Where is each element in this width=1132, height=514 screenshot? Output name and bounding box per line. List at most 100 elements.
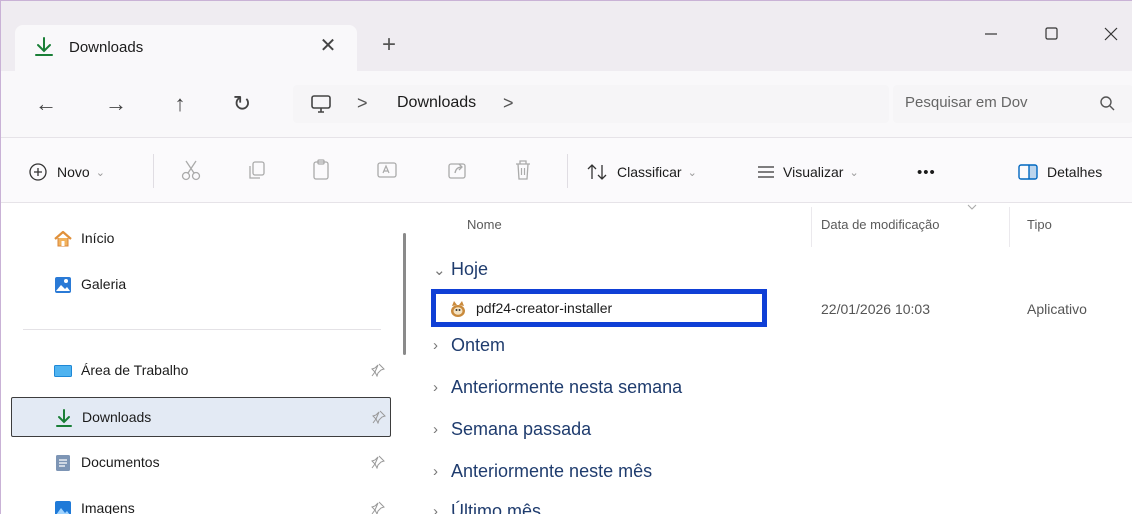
sidebar-item-area-de-trabalho[interactable]: Área de Trabalho [11,351,391,391]
search-box[interactable]: Pesquisar em Dov [893,85,1132,123]
breadcrumb-downloads[interactable]: Downloads [397,94,476,112]
refresh-button[interactable]: ↻ [227,89,257,119]
sort-caret-icon [965,199,979,210]
divider [23,329,381,330]
file-row-selected[interactable]: pdf24-creator-installer [431,289,767,327]
forward-button[interactable]: → [101,89,131,119]
minimize-button[interactable] [971,19,1011,49]
divider [153,154,154,188]
close-window-button[interactable] [1091,19,1131,49]
group-header-semana-passada[interactable]: › Semana passada [433,419,591,440]
title-bar: Downloads ✕ + [1,1,1132,71]
group-header-ultimo-mes[interactable]: › Último mês [433,501,541,514]
pictures-icon [53,499,73,514]
paste-icon[interactable] [307,156,335,184]
chevron-down-icon: ⌄ [95,166,105,179]
command-bar: Novo ⌄ Classificar ⌄ Visualizar ⌄ ••• De… [1,137,1132,203]
group-label: Anteriormente nesta semana [451,377,683,397]
chevron-down-icon: ⌄ [849,166,859,179]
sidebar-item-label: Documentos [81,454,160,470]
chevron-right-icon: › [433,379,438,396]
file-explorer-window: Downloads ✕ + ← → ↑ ↻ > Downloads > Pesq… [0,0,1132,514]
documents-icon [53,453,73,473]
group-label: Semana passada [451,419,592,439]
chevron-down-icon: ⌄ [433,261,446,279]
rename-icon[interactable] [373,156,401,184]
group-label: Ontem [451,335,506,355]
tab-downloads[interactable]: Downloads ✕ [15,25,357,71]
new-tab-button[interactable]: + [375,31,403,59]
sidebar-item-label: Galeria [81,276,127,292]
scrollbar[interactable] [403,233,406,355]
tab-label: Downloads [69,39,144,56]
group-label: Hoje [451,259,489,279]
sidebar-item-label: Imagens [81,500,135,514]
maximize-button[interactable] [1031,19,1071,49]
sidebar-item-inicio[interactable]: Início [11,219,391,259]
column-header-modified[interactable]: Data de modificação [821,217,940,232]
search-input[interactable]: Pesquisar em Dov [905,94,1085,111]
gallery-icon [53,275,73,295]
download-icon [33,35,55,59]
group-label: Anteriormente neste mês [451,461,653,481]
pin-icon[interactable] [371,455,385,470]
breadcrumb-separator[interactable]: > [503,93,514,114]
sidebar-item-downloads[interactable]: Downloads [11,397,391,437]
file-modified-date: 22/01/2026 10:03 [821,301,930,317]
pin-icon[interactable] [371,501,385,514]
sort-button[interactable]: Classificar ⌄ [585,160,697,184]
chevron-right-icon: › [433,463,438,480]
details-pane-icon [1017,162,1039,182]
new-button[interactable]: Novo ⌄ [27,160,105,184]
home-icon [53,229,73,249]
pdf24-app-icon [448,299,468,319]
column-header-name[interactable]: Nome [467,217,502,232]
file-name: pdf24-creator-installer [476,300,613,316]
chevron-right-icon: › [433,503,438,514]
cut-icon[interactable] [177,156,205,184]
details-label: Detalhes [1047,164,1103,180]
copy-icon[interactable] [243,156,271,184]
group-header-anteriormente-neste-mes[interactable]: › Anteriormente neste mês [433,461,652,482]
sidebar-item-label: Início [81,230,115,246]
more-options-button[interactable]: ••• [917,160,936,184]
column-divider[interactable] [811,207,812,247]
navigation-pane: Início Galeria Área de Trabalho Download… [1,203,411,514]
pin-icon[interactable] [371,363,385,378]
group-header-ontem[interactable]: › Ontem [433,335,505,356]
address-bar[interactable]: > Downloads > [293,85,889,123]
sidebar-item-galeria[interactable]: Galeria [11,265,391,305]
delete-icon[interactable] [509,156,537,184]
group-label: Último mês [451,501,542,514]
sidebar-item-imagens[interactable]: Imagens [11,489,391,514]
view-button[interactable]: Visualizar ⌄ [755,160,859,184]
plus-circle-icon [27,161,49,183]
close-icon[interactable]: ✕ [315,33,341,59]
sort-label: Classificar [617,164,682,180]
details-button[interactable]: Detalhes [1017,160,1102,184]
new-label: Novo [57,164,90,180]
navigation-bar: ← → ↑ ↻ > Downloads > Pesquisar em Dov [1,71,1132,137]
search-icon [1097,93,1119,115]
chevron-right-icon: › [433,421,438,438]
file-list-pane: Nome Data de modificação Tipo ⌄ Hoje pdf… [413,203,1132,514]
pin-icon[interactable] [372,410,386,425]
chevron-down-icon: ⌄ [687,166,697,179]
column-divider[interactable] [1009,207,1010,247]
sidebar-item-label: Área de Trabalho [81,362,189,378]
back-button[interactable]: ← [31,89,61,119]
download-icon [54,408,74,428]
breadcrumb-separator[interactable]: > [357,93,368,114]
desktop-icon [53,361,73,381]
column-header-type[interactable]: Tipo [1027,217,1052,232]
computer-icon [309,93,333,115]
group-header-hoje[interactable]: ⌄ Hoje [433,259,488,280]
file-type: Aplicativo [1027,301,1087,317]
share-icon[interactable] [443,156,471,184]
sidebar-item-documentos[interactable]: Documentos [11,443,391,483]
up-button[interactable]: ↑ [165,89,195,119]
chevron-right-icon: › [433,337,438,354]
view-icon [755,161,777,183]
group-header-anteriormente-nesta-semana[interactable]: › Anteriormente nesta semana [433,377,682,398]
divider [567,154,568,188]
